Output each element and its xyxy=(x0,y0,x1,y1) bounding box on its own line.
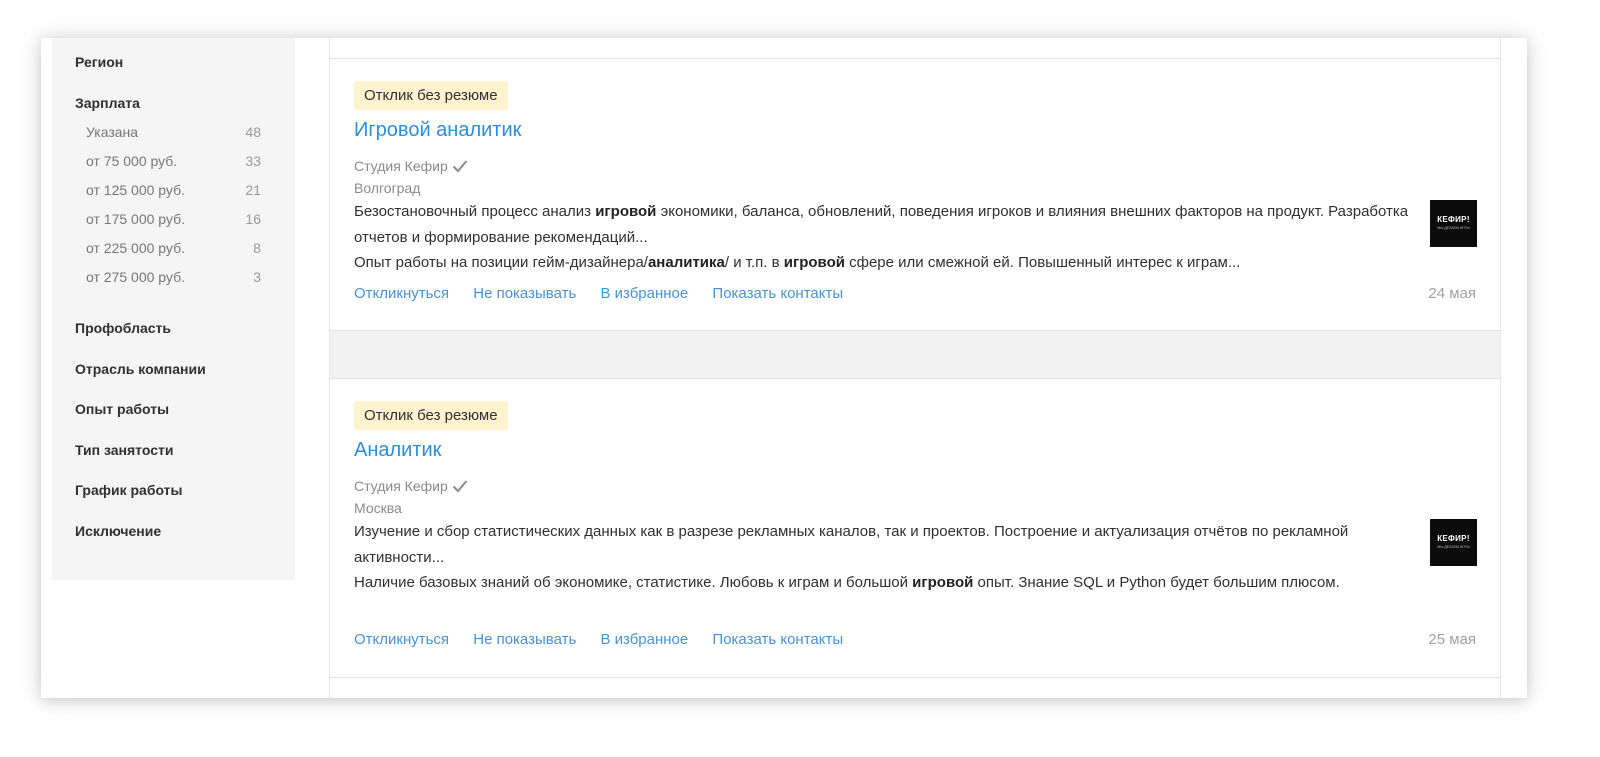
vacancy-actions: Откликнуться Не показывать В избранное П… xyxy=(354,285,863,302)
salary-option-count: 8 xyxy=(253,240,261,256)
employer-logo[interactable]: КЕФИР! МЫ ДЕЛАЕМ ИГРЫ xyxy=(1430,200,1477,247)
employer-link[interactable]: Студия Кефир xyxy=(354,158,468,174)
salary-option-count: 16 xyxy=(245,211,261,227)
show-contacts-link[interactable]: Показать контакты xyxy=(712,631,843,648)
logo-wordmark: КЕФИР! xyxy=(1437,215,1470,224)
verified-check-icon xyxy=(452,160,468,173)
vacancy-city: Волгоград xyxy=(354,180,421,196)
filter-heading-experience[interactable]: Опыт работы xyxy=(75,401,169,417)
salary-option-label: от 125 000 руб. xyxy=(86,182,185,198)
hide-link[interactable]: Не показывать xyxy=(473,631,576,648)
logo-tagline: МЫ ДЕЛАЕМ ИГРЫ xyxy=(1437,226,1470,230)
vacancy-description: Безостановочный процесс анализ игровой э… xyxy=(354,199,1414,276)
show-contacts-link[interactable]: Показать контакты xyxy=(712,285,843,302)
filter-heading-employment[interactable]: Тип занятости xyxy=(75,442,173,458)
filter-heading-region[interactable]: Регион xyxy=(75,54,123,70)
salary-option-175000[interactable]: от 175 000 руб. 16 xyxy=(86,211,261,231)
employer-logo[interactable]: КЕФИР! МЫ ДЕЛАЕМ ИГРЫ xyxy=(1430,519,1477,566)
divider xyxy=(330,677,1500,678)
vacancy-card: Отклик без резюме Игровой аналитик Студи… xyxy=(330,59,1500,330)
vacancy-date: 25 мая xyxy=(1428,631,1476,648)
respond-link[interactable]: Откликнуться xyxy=(354,631,449,648)
vacancy-actions: Откликнуться Не показывать В избранное П… xyxy=(354,631,863,648)
verified-check-icon xyxy=(452,480,468,493)
no-resume-badge: Отклик без резюме xyxy=(354,401,508,430)
logo-wordmark: КЕФИР! xyxy=(1437,534,1470,543)
requirement-text: Опыт работы на позиции гейм-дизайнера/ан… xyxy=(354,254,1241,271)
browser-window: Регион Зарплата Указана 48 от 75 000 руб… xyxy=(41,38,1527,698)
filter-heading-profarea[interactable]: Профобласть xyxy=(75,320,171,336)
employer-name: Студия Кефир xyxy=(354,478,448,494)
hide-link[interactable]: Не показывать xyxy=(473,285,576,302)
salary-option-75000[interactable]: от 75 000 руб. 33 xyxy=(86,153,261,173)
vacancy-description: Изучение и сбор статистических данных ка… xyxy=(354,519,1364,596)
salary-option-count: 33 xyxy=(245,153,261,169)
salary-option-count: 21 xyxy=(245,182,261,198)
requirement-text: Наличие базовых знаний об экономике, ста… xyxy=(354,574,1340,591)
salary-option-label: от 275 000 руб. xyxy=(86,269,185,285)
favorite-link[interactable]: В избранное xyxy=(600,285,688,302)
salary-option-count: 3 xyxy=(253,269,261,285)
no-resume-badge: Отклик без резюме xyxy=(354,81,508,110)
salary-option-125000[interactable]: от 125 000 руб. 21 xyxy=(86,182,261,202)
vacancy-city: Москва xyxy=(354,500,402,516)
salary-option-count: 48 xyxy=(245,124,261,140)
vacancy-date: 24 мая xyxy=(1428,285,1476,302)
employer-name: Студия Кефир xyxy=(354,158,448,174)
filters-sidebar: Регион Зарплата Указана 48 от 75 000 руб… xyxy=(52,38,295,580)
responsibility-text: Изучение и сбор статистических данных ка… xyxy=(354,523,1349,566)
vacancy-title-link[interactable]: Игровой аналитик xyxy=(354,119,521,142)
card-separator xyxy=(330,330,1500,379)
filter-heading-exclusion[interactable]: Исключение xyxy=(75,523,161,539)
salary-option-label: от 175 000 руб. xyxy=(86,211,185,227)
responsibility-text: Безостановочный процесс анализ игровой э… xyxy=(354,203,1409,246)
salary-option-225000[interactable]: от 225 000 руб. 8 xyxy=(86,240,261,260)
filter-heading-industry[interactable]: Отрасль компании xyxy=(75,361,206,377)
vacancy-card: Отклик без резюме Аналитик Студия Кефир … xyxy=(330,379,1500,677)
employer-link[interactable]: Студия Кефир xyxy=(354,478,468,494)
salary-option-label: от 75 000 руб. xyxy=(86,153,178,169)
favorite-link[interactable]: В избранное xyxy=(600,631,688,648)
filter-heading-salary[interactable]: Зарплата xyxy=(75,95,140,111)
salary-option-275000[interactable]: от 275 000 руб. 3 xyxy=(86,269,261,289)
salary-option-specified[interactable]: Указана 48 xyxy=(86,124,261,144)
vacancy-title-link[interactable]: Аналитик xyxy=(354,439,441,462)
respond-link[interactable]: Откликнуться xyxy=(354,285,449,302)
salary-option-label: от 225 000 руб. xyxy=(86,240,185,256)
logo-tagline: МЫ ДЕЛАЕМ ИГРЫ xyxy=(1437,545,1470,549)
filter-heading-schedule[interactable]: График работы xyxy=(75,482,183,498)
salary-option-label: Указана xyxy=(86,124,139,140)
vacancy-list: Отклик без резюме Игровой аналитик Студи… xyxy=(329,38,1501,698)
